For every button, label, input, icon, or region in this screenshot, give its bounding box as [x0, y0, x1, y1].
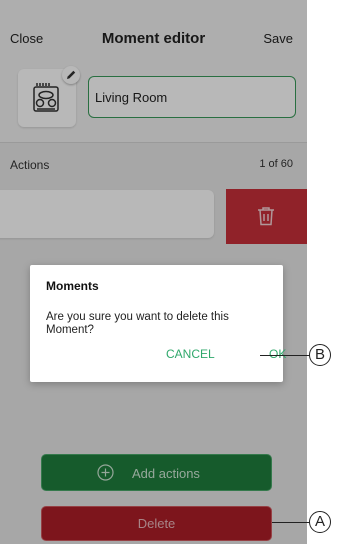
dialog-ok-button[interactable]: OK — [269, 347, 286, 361]
callout-b-line — [260, 355, 310, 357]
callout-a: A — [309, 511, 331, 533]
dialog-cancel-button[interactable]: CANCEL — [166, 347, 215, 361]
dialog-message: Are you sure you want to delete this Mom… — [46, 311, 229, 336]
dialog-title: Moments — [46, 279, 99, 293]
callout-a-line — [272, 522, 310, 524]
delete-confirm-dialog: Moments Are you sure you want to delete … — [30, 265, 286, 382]
callout-b: B — [309, 344, 331, 366]
phone-screen: Close Moment editor Save Actions 1 — [0, 0, 307, 544]
